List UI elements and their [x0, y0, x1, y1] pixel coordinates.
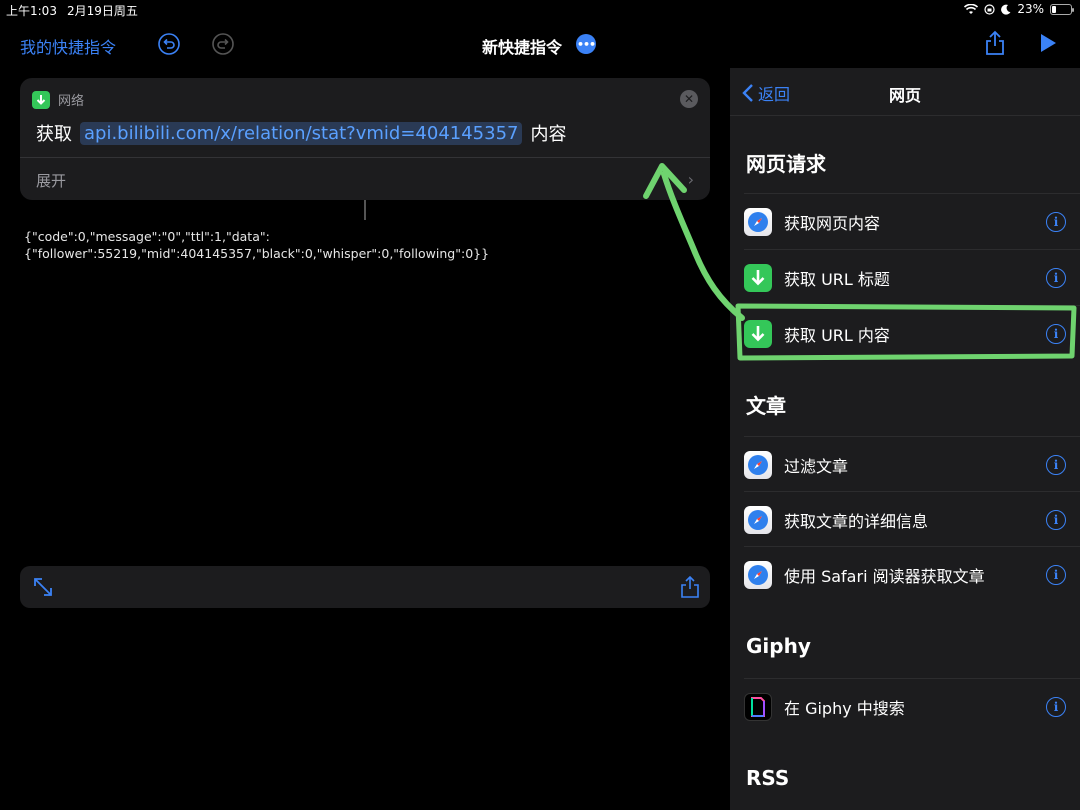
action-label: 获取网页内容 [784, 213, 881, 233]
share-icon[interactable] [984, 30, 1006, 56]
battery-percent: 23% [1017, 2, 1044, 16]
safari-icon [744, 560, 772, 589]
action-label: 获取 URL 内容 [784, 325, 890, 345]
action-row-search-giphy[interactable]: 在 Giphy 中搜索 i [744, 678, 1080, 734]
undo-icon[interactable] [158, 33, 180, 55]
wifi-icon [964, 3, 979, 14]
status-time: 上午1:03 [6, 4, 57, 18]
expand-arrows-icon[interactable] [32, 576, 54, 598]
expand-button[interactable]: 展开 [36, 170, 66, 191]
action-row-get-webpage-contents[interactable]: 获取网页内容 i [744, 193, 1080, 249]
get-url-contents-action-card[interactable]: 网络 ✕ 获取 api.bilibili.com/x/relation/stat… [20, 78, 710, 200]
action-summary: 获取 api.bilibili.com/x/relation/stat?vmid… [36, 120, 566, 146]
connector-line [364, 200, 366, 220]
panel-header: 返回 网页 [730, 68, 1080, 116]
giphy-icon [744, 692, 772, 721]
editor-navbar-right [730, 20, 1080, 68]
safari-icon [744, 450, 772, 479]
info-icon[interactable]: i [1046, 454, 1066, 475]
shortcut-title[interactable]: 新快捷指令 [482, 34, 562, 58]
section-title-giphy: Giphy [746, 634, 811, 658]
section-title-articles: 文章 [746, 394, 786, 418]
status-bar: 上午1:03 2月19日周五 23% [0, 0, 1080, 20]
panel-title: 网页 [888, 86, 921, 105]
section-title-web-requests: 网页请求 [746, 152, 826, 176]
close-icon[interactable]: ✕ [680, 90, 698, 108]
info-icon[interactable]: i [1046, 696, 1066, 717]
moon-icon [1001, 4, 1011, 15]
action-label: 获取 URL 标题 [784, 269, 890, 289]
card-divider [20, 157, 710, 158]
share-icon[interactable] [680, 576, 700, 598]
result-output: {"code":0,"message":"0","ttl":1,"data": … [24, 229, 490, 261]
battery-icon [1050, 3, 1074, 15]
chevron-right-icon[interactable]: › [688, 170, 694, 189]
info-icon[interactable]: i [1046, 211, 1066, 232]
action-label: 过滤文章 [784, 456, 849, 476]
info-icon[interactable]: i [1046, 323, 1066, 344]
status-date: 2月19日周五 [66, 4, 138, 18]
action-category-label: 网络 [58, 94, 85, 109]
more-options-button[interactable]: ••• [576, 34, 596, 54]
info-icon[interactable]: i [1046, 509, 1066, 530]
result-toolbar [20, 566, 710, 608]
info-icon[interactable]: i [1046, 564, 1066, 585]
my-shortcuts-back-button[interactable]: 我的快捷指令 [20, 34, 116, 58]
download-icon [744, 263, 772, 292]
download-icon [32, 90, 50, 109]
battery-fill [1052, 5, 1056, 13]
safari-icon [744, 505, 772, 534]
action-suffix: 内容 [530, 124, 567, 145]
safari-icon [744, 207, 772, 236]
download-icon [744, 319, 772, 348]
action-row-get-url-contents[interactable]: 获取 URL 内容 i [744, 305, 1080, 361]
action-verb: 获取 [36, 124, 72, 145]
action-label: 使用 Safari 阅读器获取文章 [784, 566, 985, 586]
action-label: 在 Giphy 中搜索 [784, 698, 905, 718]
action-row-get-url-title[interactable]: 获取 URL 标题 i [744, 249, 1080, 305]
action-row-filter-articles[interactable]: 过滤文章 i [744, 436, 1080, 492]
action-category: 网络 [32, 90, 84, 109]
action-row-safari-reader[interactable]: 使用 Safari 阅读器获取文章 i [744, 546, 1080, 602]
action-library-panel: 返回 网页 网页请求 获取网页内容 i 获取 URL 标题 i 获取 URL 内… [730, 68, 1080, 810]
section-title-rss: RSS [746, 766, 790, 790]
action-label: 获取文章的详细信息 [784, 511, 929, 531]
play-icon[interactable] [1038, 32, 1058, 54]
editor-navbar: 我的快捷指令 新快捷指令 ••• [0, 20, 730, 68]
redo-icon[interactable] [212, 33, 234, 55]
info-icon[interactable]: i [1046, 267, 1066, 288]
url-parameter[interactable]: api.bilibili.com/x/relation/stat?vmid=40… [80, 121, 523, 145]
orientation-lock-icon [984, 3, 995, 15]
action-row-get-article-details[interactable]: 获取文章的详细信息 i [744, 491, 1080, 547]
